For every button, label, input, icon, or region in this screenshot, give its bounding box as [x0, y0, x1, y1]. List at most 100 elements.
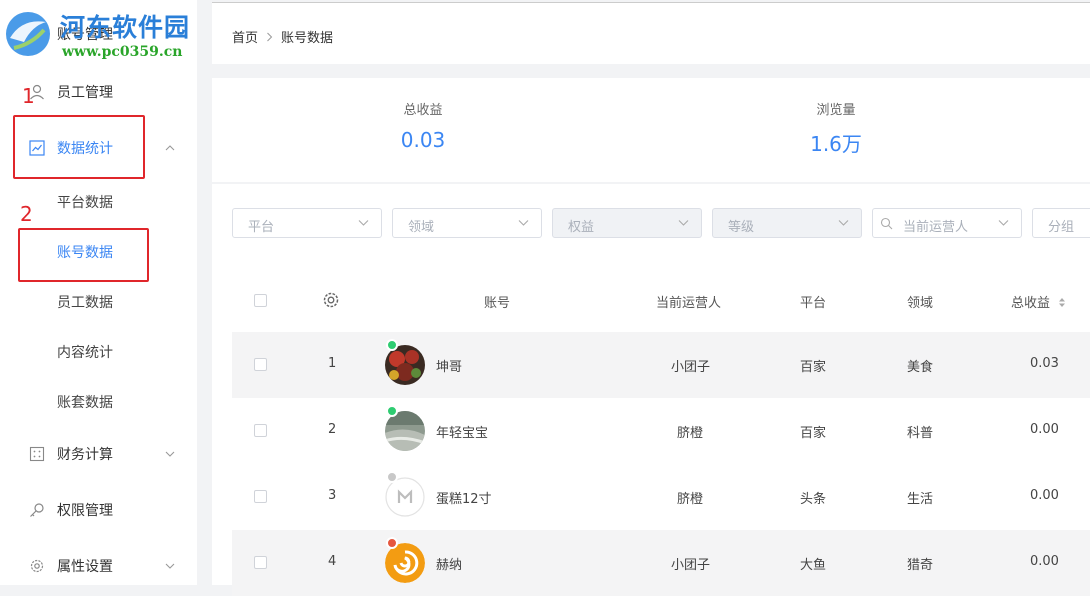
- chevron-down-icon: [678, 220, 689, 226]
- annotation-number-1: 1: [22, 84, 35, 108]
- sidebar-item-finance[interactable]: 财务计算: [0, 434, 197, 474]
- submenu-item-platform-data[interactable]: 平台数据: [57, 192, 113, 212]
- row-checkbox[interactable]: [254, 490, 267, 503]
- select-placeholder: 领域: [408, 220, 435, 235]
- stat-label: 浏览量: [816, 103, 856, 118]
- status-indicator: [386, 405, 398, 417]
- column-header-label: 总收益: [1011, 296, 1051, 311]
- chevron-right-icon: [267, 32, 273, 41]
- revenue-value: 0.00: [1030, 554, 1059, 569]
- table-header: 账号 当前运营人 平台 领域 总收益: [232, 280, 1090, 320]
- account-data-panel: 平台 领域 权益 等级 当前运营人 分组 账号 当前运营人 平台 领域 总收益 …: [212, 184, 1090, 596]
- chevron-down-icon: [838, 220, 849, 226]
- chevron-down-icon: [165, 451, 175, 457]
- row-index: 4: [328, 554, 337, 569]
- row-checkbox[interactable]: [254, 424, 267, 437]
- platform-name: 百家: [800, 360, 827, 375]
- summary-stats: 总收益 0.03 浏览量 1.6万: [212, 78, 1090, 182]
- field-name: 猎奇: [907, 558, 934, 573]
- settings-icon[interactable]: [322, 291, 340, 309]
- field-name: 美食: [907, 360, 934, 375]
- header-bar: 首页 账号数据: [212, 2, 1090, 64]
- sort-icon[interactable]: [1058, 297, 1066, 308]
- table-row[interactable]: 3 蛋糕12寸 脐橙 头条 生活 0.00: [232, 464, 1090, 530]
- select-placeholder: 等级: [728, 220, 755, 235]
- table-row[interactable]: 4 赫纳 小团子 大鱼 猎奇 0.00: [232, 530, 1090, 596]
- breadcrumb-home[interactable]: 首页: [232, 27, 258, 46]
- site-watermark: 河东软件园 www.pc0359.cn: [0, 2, 210, 64]
- stat-label: 总收益: [403, 103, 443, 118]
- operator-name: 小团子: [671, 558, 711, 573]
- watermark-title: 河东软件园: [60, 13, 191, 42]
- account-name[interactable]: 年轻宝宝: [436, 422, 488, 441]
- table-row[interactable]: 2 年轻宝宝 脐橙 百家 科普 0.00: [232, 398, 1090, 464]
- annotation-number-2: 2: [20, 202, 33, 226]
- avatar: [385, 477, 425, 517]
- status-indicator: [386, 537, 398, 549]
- field-select[interactable]: 领域: [392, 208, 542, 238]
- watermark-logo-icon: [6, 12, 50, 56]
- submenu-item-ledger-data[interactable]: 账套数据: [57, 392, 113, 412]
- account-name[interactable]: 坤哥: [436, 356, 462, 375]
- annotation-box-data-statistics: [13, 115, 145, 179]
- avatar: [385, 411, 425, 451]
- submenu-item-staff-data[interactable]: 员工数据: [57, 292, 113, 312]
- platform-name: 大鱼: [800, 558, 827, 573]
- watermark-url: www.pc0359.cn: [62, 44, 183, 60]
- group-select[interactable]: 分组: [1032, 208, 1090, 238]
- operator-name: 小团子: [671, 360, 711, 375]
- annotation-box-account-data: [18, 228, 149, 282]
- chevron-down-icon: [518, 220, 529, 226]
- level-select[interactable]: 等级: [712, 208, 862, 238]
- column-header-operator: 当前运营人: [656, 296, 722, 311]
- select-all-checkbox[interactable]: [254, 294, 267, 307]
- field-name: 科普: [907, 426, 934, 441]
- platform-name: 头条: [800, 492, 827, 507]
- column-header-platform: 平台: [800, 296, 827, 311]
- row-index: 3: [328, 488, 337, 503]
- field-name: 生活: [907, 492, 934, 507]
- account-name[interactable]: 赫纳: [436, 554, 462, 573]
- breadcrumb-current: 账号数据: [281, 31, 334, 46]
- row-checkbox[interactable]: [254, 556, 267, 569]
- stat-total-revenue: 总收益 0.03: [343, 99, 503, 152]
- column-header-account: 账号: [484, 296, 511, 311]
- select-placeholder: 分组: [1048, 220, 1075, 235]
- revenue-value: 0.00: [1030, 422, 1059, 437]
- platform-name: 百家: [800, 426, 827, 441]
- operator-select[interactable]: 当前运营人: [872, 208, 1022, 238]
- sidebar-item-label: 权限管理: [57, 503, 113, 519]
- column-header-total-revenue[interactable]: 总收益: [1011, 292, 1066, 311]
- key-icon: [30, 503, 44, 517]
- operator-name: 脐橙: [677, 492, 704, 507]
- table-row[interactable]: 1 坤哥 小团子 百家 美食 0.03: [232, 332, 1090, 398]
- operator-name: 脐橙: [677, 426, 704, 441]
- sidebar-item-label: 属性设置: [57, 559, 113, 575]
- breadcrumb: 首页 账号数据: [232, 27, 333, 46]
- platform-select[interactable]: 平台: [232, 208, 382, 238]
- revenue-value: 0.03: [1030, 356, 1059, 371]
- sidebar-item-attribute-settings[interactable]: 属性设置: [0, 546, 197, 586]
- status-indicator: [386, 339, 398, 351]
- revenue-value: 0.00: [1030, 488, 1059, 503]
- rights-select[interactable]: 权益: [552, 208, 702, 238]
- chevron-down-icon: [165, 563, 175, 569]
- status-indicator: [386, 471, 398, 483]
- row-index: 1: [328, 356, 337, 371]
- select-placeholder: 权益: [568, 220, 595, 235]
- select-placeholder: 当前运营人: [903, 220, 969, 235]
- sidebar-item-permissions[interactable]: 权限管理: [0, 490, 197, 530]
- gear-icon: [30, 559, 44, 573]
- sidebar-item-label: 员工管理: [57, 85, 113, 101]
- row-checkbox[interactable]: [254, 358, 267, 371]
- submenu-item-content-stats[interactable]: 内容统计: [57, 342, 113, 362]
- stat-page-views: 浏览量 1.6万: [756, 99, 916, 157]
- stat-value: 1.6万: [810, 132, 862, 156]
- sidebar: 账号管理 员工管理 数据统计 平台数据 账号数据 员工数据 内容统计 账套数据 …: [0, 0, 197, 585]
- select-placeholder: 平台: [248, 220, 275, 235]
- avatar: [385, 543, 425, 583]
- calculator-icon: [29, 446, 45, 462]
- chevron-up-icon: [165, 145, 175, 151]
- chevron-down-icon: [358, 220, 369, 226]
- account-name[interactable]: 蛋糕12寸: [436, 488, 492, 507]
